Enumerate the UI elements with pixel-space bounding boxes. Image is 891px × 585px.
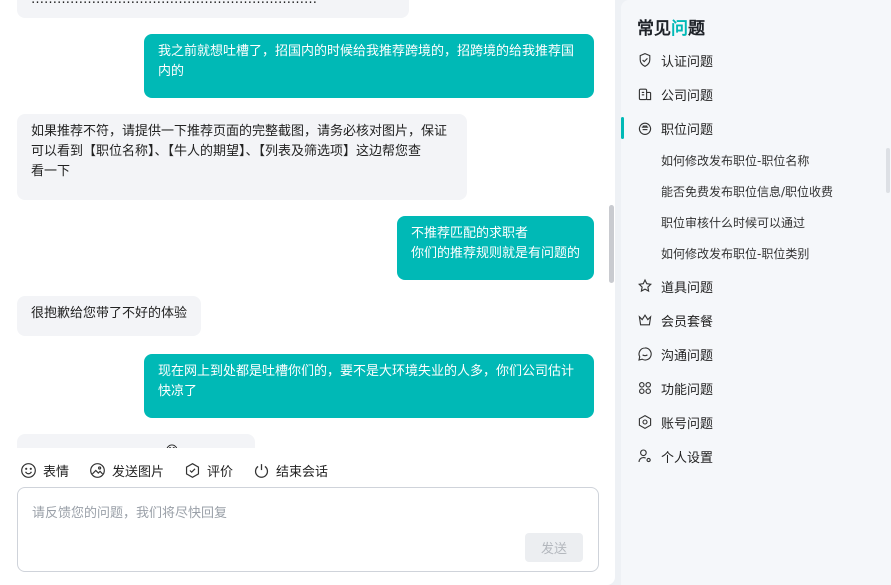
message-agent: ………………………………………………………… <box>17 0 409 18</box>
faq-title-suffix: 题 <box>688 19 705 39</box>
faq-category-label: 认证问题 <box>661 54 714 70</box>
building-icon <box>638 88 652 101</box>
faq-category-features[interactable]: 功能问题 <box>621 371 891 405</box>
message-user: 不推荐匹配的求职者 你们的推荐规则就是有问题的 <box>397 216 594 280</box>
chat-toolbar: 表情 发送图片 评价 结束会话 <box>20 459 328 481</box>
faq-category-label: 功能问题 <box>661 382 714 398</box>
faq-category-membership[interactable]: 会员套餐 <box>621 303 891 337</box>
rate-button[interactable]: 评价 <box>184 461 233 480</box>
message-list: ………………………………………………………… 我之前就想吐槽了，招国内的时候给我… <box>0 0 615 448</box>
faq-item-review-time[interactable]: 职位审核什么时候可以通过 <box>621 207 891 238</box>
message-agent: 如果推荐不符，请提供一下推荐页面的完整截图，请务必核对图片，保证 可以看到【职位… <box>17 114 467 200</box>
faq-category-tools[interactable]: 道具问题 <box>621 269 891 303</box>
message-agent: 很抱歉给您带了不好的体验 <box>17 296 201 336</box>
faq-item-free-posting[interactable]: 能否免费发布职位信息/职位收费 <box>621 176 891 207</box>
faq-category-label: 道具问题 <box>661 280 714 296</box>
grid-icon <box>639 382 651 394</box>
message-agent: ………………………… 😊 <box>17 434 255 448</box>
emoji-label: 表情 <box>43 464 70 480</box>
image-icon <box>90 462 105 478</box>
faq-item-edit-position-name[interactable]: 如何修改发布职位-职位名称 <box>621 145 891 176</box>
faq-category-label: 个人设置 <box>661 450 714 466</box>
faq-panel: 常见问题 认证问题 公司问题 职位问题 如何修改发布职位-职位名称 能否免费发布… <box>621 0 891 585</box>
message-user: 现在网上到处都是吐槽你们的，要不是大环境失业的人多，你们公司估计 快凉了 <box>144 354 594 418</box>
message-user: 我之前就想吐槽了，招国内的时候给我推荐跨境的，招跨境的给我推荐国 内的 <box>144 34 594 98</box>
faq-category-label: 会员套餐 <box>661 314 714 330</box>
faq-category-label: 账号问题 <box>661 416 714 432</box>
faq-category-account[interactable]: 账号问题 <box>621 405 891 439</box>
faq-category-certification[interactable]: 认证问题 <box>621 43 891 77</box>
faq-category-label: 沟通问题 <box>661 348 714 364</box>
faq-scrollbar[interactable] <box>886 148 890 193</box>
rate-cube-icon <box>185 462 200 478</box>
end-session-button[interactable]: 结束会话 <box>253 461 328 480</box>
star-tool-icon <box>638 278 652 293</box>
emoji-button[interactable]: 表情 <box>20 461 69 480</box>
faq-category-company[interactable]: 公司问题 <box>621 77 891 111</box>
hexagon-gear-icon <box>638 414 652 430</box>
power-icon <box>254 463 269 478</box>
message-input-box: 发送 <box>17 487 599 572</box>
chat-panel: ………………………………………………………… 我之前就想吐槽了，招国内的时候给我… <box>0 0 615 585</box>
faq-category-position[interactable]: 职位问题 <box>621 111 891 145</box>
message-input[interactable] <box>32 502 582 532</box>
faq-category-communication[interactable]: 沟通问题 <box>621 337 891 371</box>
end-session-label: 结束会话 <box>276 464 329 480</box>
smiley-icon <box>21 462 36 478</box>
faq-title-prefix: 常见 <box>637 19 671 39</box>
support-chat-app: ………………………………………………………… 我之前就想吐槽了，招国内的时候给我… <box>0 0 891 585</box>
send-image-button[interactable]: 发送图片 <box>89 461 164 480</box>
shield-check-icon <box>639 52 651 68</box>
person-gear-icon <box>638 449 651 463</box>
send-button[interactable]: 发送 <box>525 533 583 562</box>
faq-item-edit-position-category[interactable]: 如何修改发布职位-职位类别 <box>621 238 891 269</box>
faq-category-list: 认证问题 公司问题 职位问题 如何修改发布职位-职位名称 能否免费发布职位信息/… <box>621 43 891 473</box>
chat-scrollbar[interactable] <box>609 205 614 283</box>
rate-label: 评价 <box>207 464 234 480</box>
send-image-label: 发送图片 <box>112 464 165 480</box>
faq-category-personal-settings[interactable]: 个人设置 <box>621 439 891 473</box>
briefcase-icon <box>638 122 652 135</box>
faq-title: 常见问题 <box>637 14 705 39</box>
faq-category-label: 公司问题 <box>661 88 714 104</box>
faq-category-label: 职位问题 <box>661 122 714 138</box>
chat-bubble-icon <box>638 347 652 361</box>
faq-title-accent: 问 <box>671 19 688 39</box>
crown-icon <box>638 314 652 326</box>
